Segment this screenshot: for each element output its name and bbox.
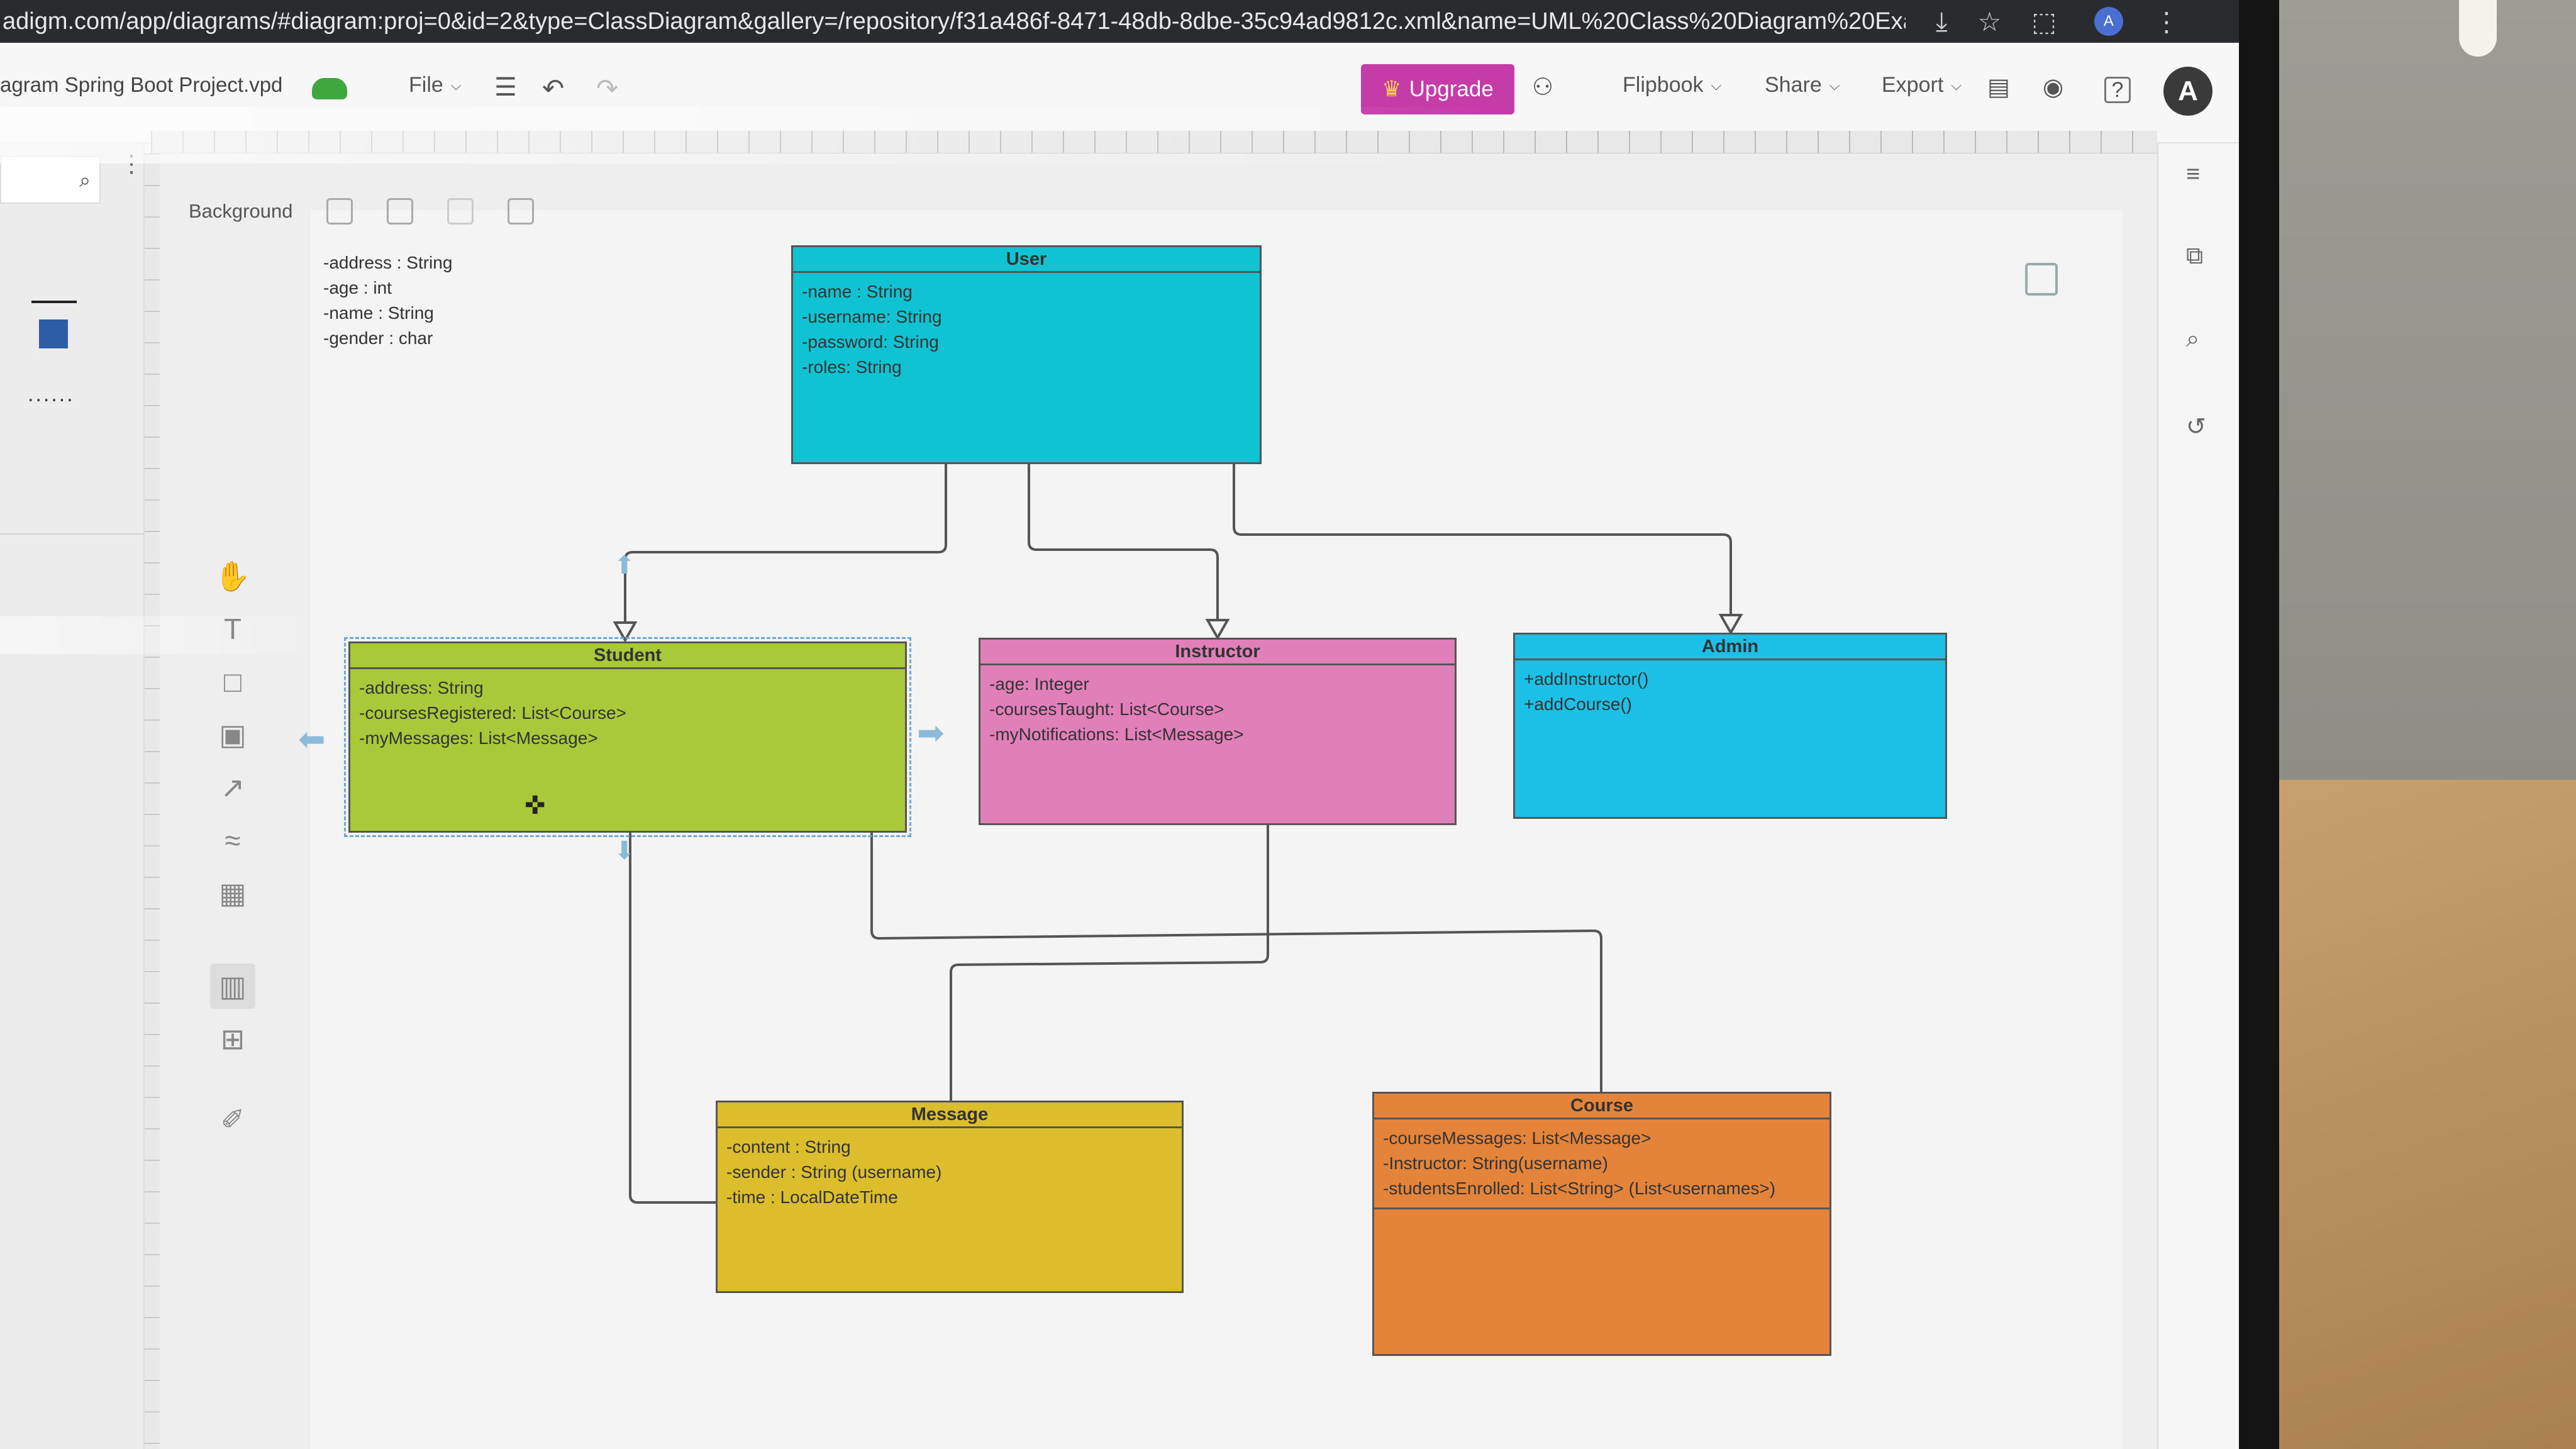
class-attribute: -coursesTaught: List<Course> [989,699,1224,719]
selection-arrow-down-icon[interactable]: ⬇ [614,836,635,865]
class-attribute: -time : LocalDateTime [726,1187,898,1207]
sticky-note-icon[interactable] [2025,263,2058,296]
generalization-arrowhead [1205,619,1230,641]
class-attribute: -content : String [726,1137,851,1157]
settings-sliders-icon[interactable]: ≡ [2186,161,2200,188]
user-student-generalization [624,464,947,623]
class-attribute: -myMessages: List<Message> [359,728,598,748]
class-attributes: -age: Integer -coursesTaught: List<Cours… [980,665,1455,753]
class-operation: +addCourse() [1524,694,1632,714]
class-attribute: -myNotifications: List<Message> [989,724,1244,744]
user-instructor-generalization [1028,464,1219,620]
selection-arrow-up-icon[interactable]: ⬆ [614,551,635,580]
monitor-screen: adigm.com/app/diagrams/#diagram:proj=0&i… [0,0,2239,1449]
class-attribute: -address: String [359,678,484,697]
student-message-association [629,833,716,1204]
class-attributes: -name : String -username: String -passwo… [793,273,1260,386]
class-name: Course [1374,1094,1829,1119]
class-name: Admin [1515,635,1945,660]
background-wall [2279,0,2576,792]
instructor-message-association [950,825,1269,1101]
class-compartment-divider [1374,1208,1829,1209]
pages-copy-icon[interactable]: ⧉ [2186,243,2203,270]
class-attribute: -Instructor: String(username) [1383,1153,1608,1173]
move-cursor-icon: ✜ [525,792,546,819]
class-attribute: -studentsEnrolled: List<String> (List<us… [1383,1179,1776,1198]
generalization-arrowhead [613,621,638,643]
class-attributes: -courseMessages: List<Message> -Instruct… [1374,1119,1829,1208]
class-name: Student [350,643,905,669]
monitor-bezel [2239,0,2279,1449]
class-attribute: -age: Integer [989,674,1089,694]
class-operation: +addInstructor() [1524,669,1649,689]
right-sidebar: ≡ ⧉ ⌕ ↺ [2157,143,2239,1449]
uml-class-student[interactable]: Student -address: String -coursesRegiste… [344,637,911,837]
class-attributes: -content : String -sender : String (user… [718,1128,1182,1216]
user-admin-generalization [1233,464,1732,615]
selection-arrow-right-icon[interactable]: ➡ [917,714,945,752]
background-desk [2279,780,2576,1449]
class-attribute: -roles: String [802,357,902,377]
uml-class-message[interactable]: Message -content : String -sender : Stri… [716,1101,1184,1293]
class-attribute: -name : String [802,282,913,301]
class-attribute: -password: String [802,332,939,352]
class-attribute: -sender : String (username) [726,1162,942,1182]
class-attributes: -address: String -coursesRegistered: Lis… [350,669,905,757]
uml-class-admin[interactable]: Admin +addInstructor() +addCourse() [1513,633,1947,819]
class-attribute: -courseMessages: List<Message> [1383,1128,1652,1148]
class-attribute: -username: String [802,307,942,326]
history-icon[interactable]: ↺ [2186,413,2206,441]
selection-arrow-left-icon[interactable]: ⬅ [298,721,326,758]
class-attribute: -coursesRegistered: List<Course> [359,703,626,723]
uml-class-course[interactable]: Course -courseMessages: List<Message> -I… [1372,1092,1831,1356]
uml-class-instructor[interactable]: Instructor -age: Integer -coursesTaught:… [979,638,1457,825]
background-lamp [2459,0,2497,57]
class-name: User [793,247,1260,273]
zoom-icon[interactable]: ⌕ [2186,326,2199,353]
generalization-arrowhead [1718,614,1743,636]
class-operations: +addInstructor() +addCourse() [1515,660,1945,723]
uml-class-user[interactable]: User -name : String -username: String -p… [791,245,1262,464]
class-name: Message [718,1102,1182,1128]
class-name: Instructor [980,640,1455,665]
